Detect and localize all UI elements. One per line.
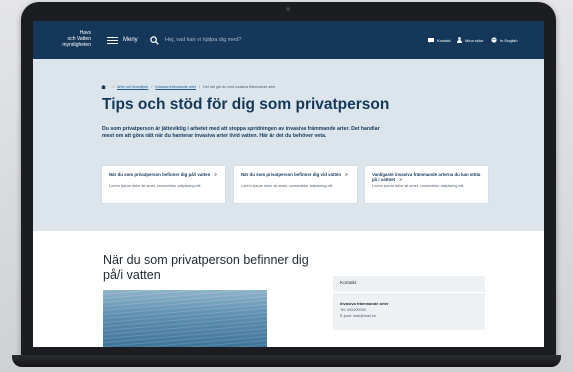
search-placeholder: Hej, vad kan vi hjälpa dig med? — [165, 37, 242, 43]
breadcrumb: / Arter och livsmiljöer / Invasiva främm… — [101, 85, 276, 89]
menu-button[interactable]: Meny — [107, 35, 138, 45]
breadcrumb-link[interactable]: Invasiva främmande arter — [155, 85, 196, 89]
info-card[interactable]: När du som privatperson befinner dig vid… — [234, 166, 357, 203]
contact-link[interactable]: Kontakt — [428, 36, 451, 44]
user-icon — [457, 37, 462, 43]
chevron-right-icon: > — [345, 172, 348, 177]
contact-org: Invasiva främmande arter — [340, 301, 389, 306]
breadcrumb-current: Det här gör du med invasiva främmande ar… — [203, 85, 276, 89]
water-image — [103, 290, 267, 347]
my-pages-label: Mina sidor — [465, 37, 484, 43]
hamburger-icon — [107, 36, 118, 44]
card-title: Vanligaste invasiva främmande arterna du… — [372, 172, 481, 183]
card-text: Lorem ipsum dolor sit amet, consectetur … — [241, 184, 334, 188]
page-title: Tips och stöd för dig som privatperson — [102, 96, 390, 113]
my-pages-link[interactable]: Mina sidor — [457, 36, 483, 44]
site-header: Havs och Vatten myndigheten Meny Hej, va… — [33, 21, 544, 59]
contact-box: Kontakt Invasiva främmande arter Tel: 00… — [333, 276, 485, 330]
card-text: Lorem ipsum dolor sit amet, consectetur … — [109, 184, 202, 188]
browser-screen: Havs och Vatten myndigheten Meny Hej, va… — [33, 21, 544, 347]
contact-email[interactable]: E-post: mail@mail.se — [340, 314, 376, 318]
logo-line: myndigheten — [62, 42, 91, 48]
breadcrumb-separator: / — [199, 85, 201, 89]
section-title: När du som privatperson befinner dig på/… — [103, 253, 309, 282]
breadcrumb-link[interactable]: Arter och livsmiljöer — [117, 85, 148, 89]
laptop-base — [12, 355, 561, 367]
info-card[interactable]: Vanligaste invasiva främmande arterna du… — [365, 166, 488, 203]
info-card[interactable]: När du som privatperson befinner dig på/… — [102, 166, 225, 203]
camera-dot — [286, 7, 290, 11]
home-icon[interactable] — [101, 85, 106, 89]
chevron-right-icon: > — [214, 172, 217, 177]
search-icon — [150, 35, 159, 45]
card-title: När du som privatperson befinner dig vid… — [241, 172, 348, 177]
contact-heading: Kontakt — [340, 281, 357, 286]
english-label: In English — [500, 37, 518, 43]
menu-label: Meny — [123, 37, 138, 43]
contact-link-label: Kontakt — [437, 37, 451, 43]
english-link[interactable]: In English — [491, 36, 518, 44]
intro-text: Du som privatperson är jätteviktig i arb… — [102, 126, 380, 140]
card-text: Lorem ipsum dolor sit amet, consectetur … — [372, 184, 465, 188]
breadcrumb-separator: / — [151, 85, 153, 89]
contact-header: Kontakt — [333, 276, 485, 293]
globe-icon — [491, 37, 497, 43]
search-input[interactable]: Hej, vad kan vi hjälpa dig med? — [150, 31, 400, 49]
card-title: När du som privatperson befinner dig på/… — [109, 172, 217, 177]
site-logo[interactable]: Havs och Vatten myndigheten — [41, 30, 91, 48]
hero-section: / Arter och livsmiljöer / Invasiva främm… — [33, 59, 544, 231]
contact-phone: Tel: 000000000 — [340, 308, 366, 312]
chat-icon — [428, 37, 434, 43]
breadcrumb-separator: / — [113, 85, 114, 89]
chevron-right-icon: > — [399, 177, 402, 183]
